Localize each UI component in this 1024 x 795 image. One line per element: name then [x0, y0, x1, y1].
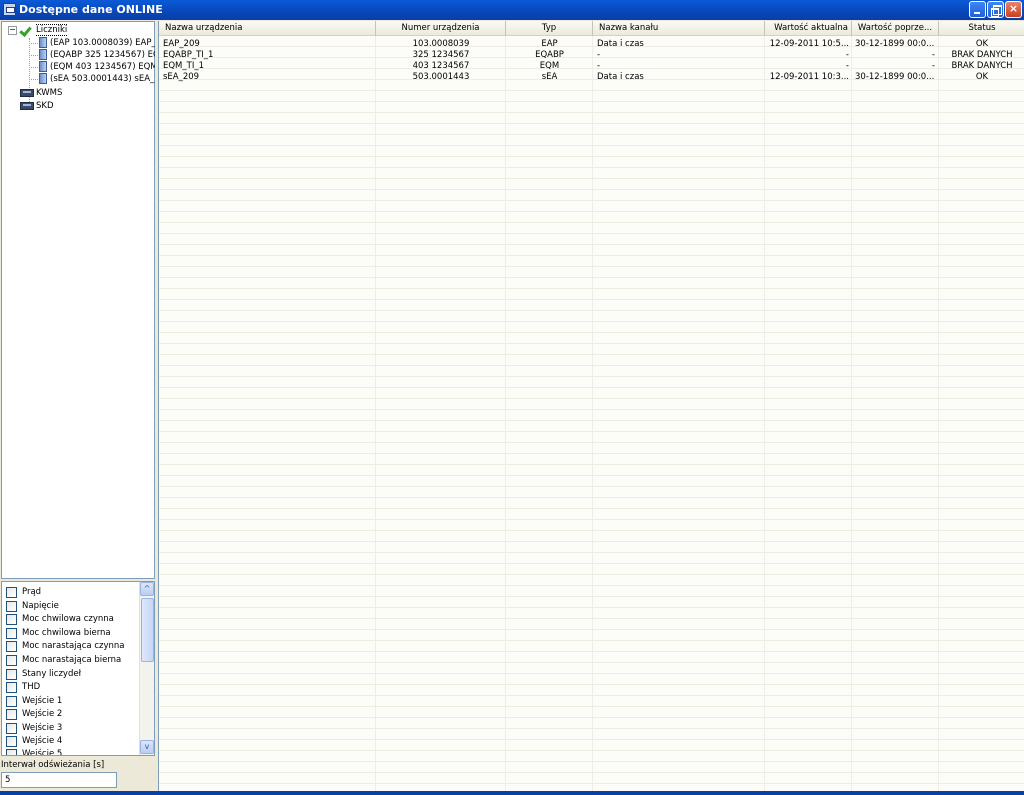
cell-channel-name: Data i czas [597, 72, 644, 82]
tree-item-meter[interactable]: (EQM 403 1234567) EQM_TI_1 [50, 61, 155, 73]
meter-icon [39, 61, 47, 72]
online-data-grid[interactable]: Nazwa urządzenia Numer urządzenia Typ Na… [158, 21, 1024, 791]
cell-current-value: 12-09-2011 10:5... [769, 39, 849, 49]
cell-current-value: - [845, 61, 849, 71]
collapse-toggle-icon[interactable]: − [8, 26, 17, 35]
cell-device-number: 325 1234567 [412, 50, 470, 60]
checkbox[interactable] [6, 749, 17, 755]
tree-item-meter[interactable]: (EQABP 325 1234567) EQABP_TI_1 [50, 49, 155, 61]
device-tree[interactable]: − Liczniki (EAP 103.0008039) EAP_209 (EQ… [1, 21, 155, 601]
column-header-previous-value[interactable]: Wartość poprze... [852, 21, 939, 36]
tree-connector [29, 67, 38, 68]
column-separator [505, 36, 506, 791]
close-button[interactable]: × [1005, 1, 1022, 18]
tree-connector [29, 79, 38, 80]
column-header-current-value[interactable]: Wartość aktualna [765, 21, 852, 36]
cell-device-number: 103.0008039 [412, 39, 470, 49]
cell-current-value: 12-09-2011 10:3... [769, 72, 849, 82]
table-row[interactable]: EQM_TI_1 403 1234567 EQM - - - BRAK DANY… [159, 61, 1024, 72]
checkbox[interactable] [6, 614, 17, 625]
window-bottom-border [0, 791, 1024, 795]
cell-previous-value: 30-12-1899 00:0... [855, 39, 935, 49]
column-separator [764, 36, 765, 791]
column-header-device-number[interactable]: Numer urządzenia [376, 21, 506, 36]
checkbox[interactable] [6, 723, 17, 734]
app-icon[interactable] [3, 3, 16, 16]
cell-device-name: EAP_209 [163, 39, 200, 49]
cell-device-name: EQM_TI_1 [163, 61, 205, 71]
checklist-vertical-scrollbar[interactable]: ^ v [139, 582, 154, 755]
checkbox[interactable] [6, 682, 17, 693]
tree-root-skd[interactable]: SKD [36, 100, 54, 112]
cell-previous-value: - [931, 50, 935, 60]
tree-item-meter[interactable]: (EAP 103.0008039) EAP_209 [50, 37, 155, 49]
checkbox[interactable] [6, 655, 17, 666]
refresh-interval-label: Interwał odświeżania [s] [1, 760, 105, 770]
tree-root-liczniki[interactable]: Liczniki [35, 24, 69, 36]
cell-device-number: 403 1234567 [412, 61, 470, 71]
tree-root-kwms[interactable]: KWMS [36, 87, 62, 99]
cell-type: sEA [541, 72, 558, 82]
checkbox[interactable] [6, 601, 17, 612]
checkbox[interactable] [6, 669, 17, 680]
cell-device-name: sEA_209 [163, 72, 200, 82]
checkbox[interactable] [6, 709, 17, 720]
restore-button[interactable] [987, 1, 1004, 18]
scroll-up-button[interactable]: ^ [140, 582, 154, 596]
checkbox[interactable] [6, 641, 17, 652]
meter-icon [39, 49, 47, 60]
window-title: Dostępne dane ONLINE [19, 3, 163, 16]
checkbox[interactable] [6, 628, 17, 639]
column-separator [592, 36, 593, 791]
tree-connector [29, 55, 38, 56]
table-row[interactable]: sEA_209 503.0001443 sEA Data i czas 12-0… [159, 72, 1024, 83]
cell-status: BRAK DANYCH [951, 61, 1013, 71]
checkbox[interactable] [6, 736, 17, 747]
table-row[interactable]: EQABP_TI_1 325 1234567 EQABP - - - BRAK … [159, 50, 1024, 61]
column-separator [375, 36, 376, 791]
tree-item-meter[interactable]: (sEA 503.0001443) sEA_209 [50, 73, 155, 85]
network-device-icon [20, 89, 34, 97]
grid-header: Nazwa urządzenia Numer urządzenia Typ Na… [159, 21, 1024, 36]
network-device-icon [20, 102, 34, 110]
cell-channel-name: - [597, 61, 601, 71]
cell-status: OK [975, 72, 989, 82]
cell-status: OK [975, 39, 989, 49]
refresh-interval-input[interactable] [1, 772, 117, 788]
cell-status: BRAK DANYCH [951, 50, 1013, 60]
data-type-checklist[interactable]: Prąd Napięcie Moc chwilowa czynna Moc ch… [1, 581, 155, 756]
cell-channel-name: - [597, 50, 601, 60]
title-bar[interactable]: Dostępne dane ONLINE × [0, 0, 1024, 20]
column-header-channel-name[interactable]: Nazwa kanału [593, 21, 765, 36]
cell-type: EAP [541, 39, 558, 49]
cell-channel-name: Data i czas [597, 39, 644, 49]
meter-icon [39, 37, 47, 48]
cell-previous-value: 30-12-1899 00:0... [855, 72, 935, 82]
column-separator [938, 36, 939, 791]
cell-current-value: - [845, 50, 849, 60]
checkbox[interactable] [6, 696, 17, 707]
cell-type: EQM [539, 61, 560, 71]
column-header-status[interactable]: Status [939, 21, 1024, 36]
meter-icon [39, 73, 47, 84]
cell-device-number: 503.0001443 [412, 72, 470, 82]
minimize-button[interactable] [969, 1, 986, 18]
scroll-down-button[interactable]: v [140, 740, 154, 754]
cell-previous-value: - [931, 61, 935, 71]
checkbox[interactable] [6, 587, 17, 598]
checkmark-icon [20, 25, 32, 35]
column-header-device-name[interactable]: Nazwa urządzenia [159, 21, 376, 36]
cell-type: EQABP [535, 50, 564, 60]
scroll-thumb[interactable] [141, 598, 154, 662]
tree-connector [29, 43, 38, 44]
cell-device-name: EQABP_TI_1 [163, 50, 214, 60]
column-separator [851, 36, 852, 791]
main-window: Dostępne dane ONLINE × − Liczniki (EAP 1… [0, 0, 1024, 795]
column-header-type[interactable]: Typ [506, 21, 593, 36]
table-row[interactable]: EAP_209 103.0008039 EAP Data i czas 12-0… [159, 39, 1024, 50]
